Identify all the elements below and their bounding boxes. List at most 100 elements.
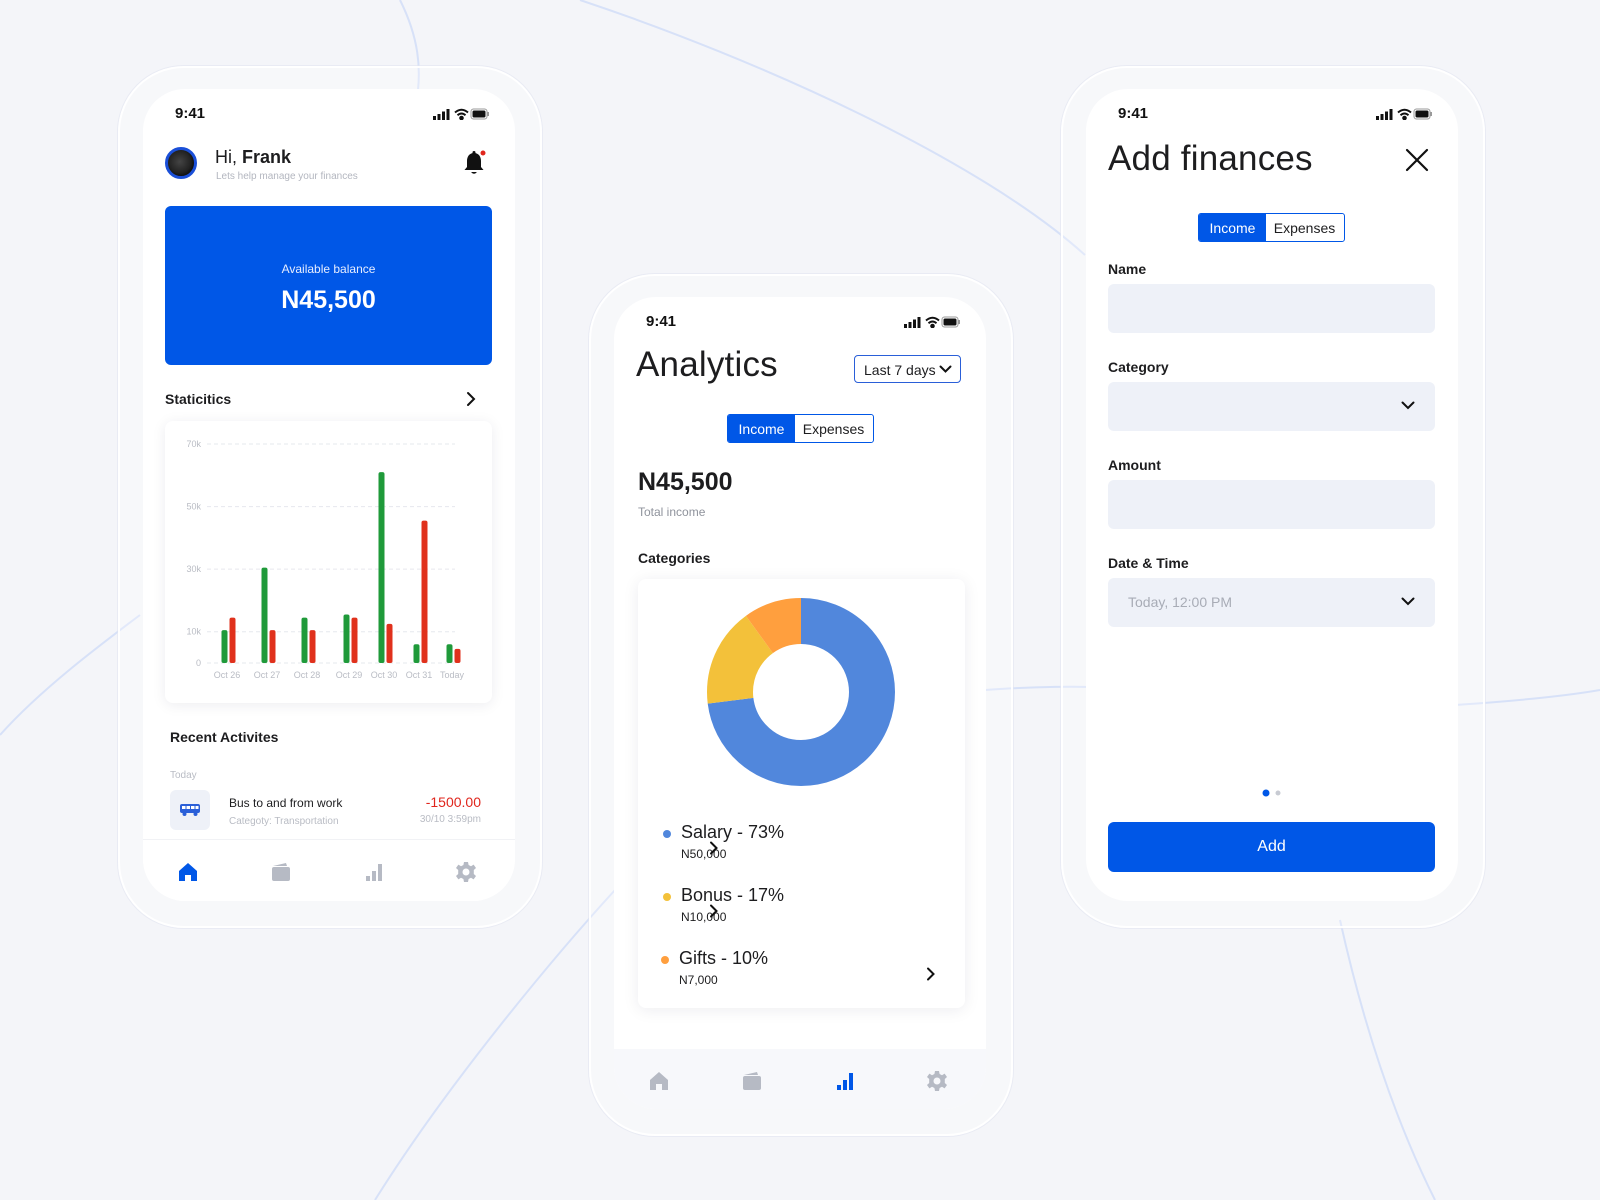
- category-row-gifts[interactable]: Gifts - 10% N7,000: [638, 948, 965, 994]
- x-tick-label: Oct 28: [294, 670, 321, 680]
- amount-label: Amount: [1108, 457, 1161, 473]
- balance-value: N45,500: [281, 286, 376, 314]
- activity-category: Categoty: Transportation: [229, 816, 339, 827]
- greeting-subtitle: Lets help manage your finances: [216, 171, 358, 182]
- notification-bell-icon[interactable]: [461, 149, 487, 177]
- category-label: Bonus - 17%: [681, 885, 785, 905]
- bar: [386, 623, 393, 663]
- category-amount: N7,000: [679, 973, 718, 987]
- nav-gear-icon[interactable]: [454, 860, 478, 884]
- bottom-nav: [614, 1049, 986, 1109]
- page-indicator: [1262, 789, 1281, 797]
- bar: [301, 617, 308, 663]
- user-name: Frank: [242, 147, 292, 167]
- recent-activities-title: Recent Activites: [170, 729, 279, 745]
- chevron-right-icon[interactable]: [463, 391, 479, 407]
- category-label: Gifts - 10%: [679, 948, 769, 968]
- add-button[interactable]: Add: [1108, 822, 1435, 872]
- x-tick-label: Oct 26: [214, 670, 241, 680]
- tab-expenses[interactable]: Expenses: [1266, 214, 1343, 241]
- bar: [229, 617, 236, 663]
- category-select[interactable]: [1108, 382, 1435, 431]
- category-label: Category: [1108, 359, 1169, 375]
- datetime-value: Today, 12:00 PM: [1128, 594, 1233, 610]
- bar: [421, 520, 428, 663]
- tab-income[interactable]: Income: [728, 415, 795, 442]
- bar: [261, 567, 268, 663]
- statistics-bar-chart: 0 10k 30k 50k 70k Oct 26 Oct 27 Oct 28 Oct 29 Oct…: [186, 439, 465, 680]
- wifi-icon: [1397, 108, 1412, 120]
- nav-bar-chart-icon[interactable]: [833, 1069, 857, 1093]
- x-tick-label: Oct 31: [406, 670, 433, 680]
- name-field[interactable]: [1108, 284, 1435, 333]
- bus-icon: [170, 790, 210, 830]
- categories-card: Salary - 73% N50,000 Bonus - 17% N10,000…: [638, 579, 965, 1008]
- bar: [413, 644, 420, 663]
- y-tick-label: 0: [196, 658, 201, 668]
- x-tick-label: Oct 27: [254, 670, 281, 680]
- category-row-salary[interactable]: Salary - 73% N50,000: [638, 822, 965, 868]
- tab-expenses[interactable]: Expenses: [795, 415, 872, 442]
- balance-card[interactable]: Available balance N45,500: [165, 206, 492, 365]
- category-label: Salary - 73%: [681, 822, 785, 842]
- signal-icon: [433, 109, 450, 120]
- datetime-select[interactable]: Today, 12:00 PM: [1108, 578, 1435, 627]
- status-icons: [1376, 108, 1432, 120]
- statistics-title: Staticitics: [165, 391, 232, 407]
- status-bar: 9:41: [614, 297, 986, 345]
- wifi-icon: [454, 108, 469, 120]
- category-color-dot: [663, 830, 671, 838]
- nav-wallet-icon[interactable]: [269, 860, 293, 884]
- status-bar: 9:41: [143, 89, 515, 137]
- bar: [378, 472, 385, 663]
- amount-field[interactable]: [1108, 480, 1435, 529]
- nav-gear-icon[interactable]: [925, 1069, 949, 1093]
- status-time: 9:41: [175, 105, 206, 122]
- nav-wallet-icon[interactable]: [740, 1069, 764, 1093]
- x-tick-label: Oct 29: [336, 670, 363, 680]
- status-bar: 9:41: [1086, 89, 1458, 137]
- status-time: 9:41: [1118, 105, 1149, 122]
- income-expense-toggle: Income Expenses: [1198, 213, 1345, 242]
- chevron-down-icon: [1401, 597, 1415, 606]
- battery-icon: [1413, 108, 1432, 120]
- bar: [343, 614, 350, 663]
- total-income-label: Total income: [638, 505, 706, 519]
- bar: [221, 630, 228, 663]
- status-icons: [904, 316, 960, 328]
- bar: [446, 644, 453, 663]
- category-color-dot: [663, 893, 671, 901]
- statistics-chart-card: 0 10k 30k 50k 70k Oct 26 Oct 27 Oct 28 Oct 29 Oct…: [165, 421, 492, 703]
- x-tick-label: Today: [440, 670, 465, 680]
- close-icon[interactable]: [1404, 147, 1430, 173]
- signal-icon: [1376, 109, 1393, 120]
- notification-dot: [480, 150, 486, 156]
- page-title: Analytics: [636, 345, 778, 384]
- activity-title[interactable]: Bus to and from work: [229, 796, 342, 810]
- bar: [454, 648, 461, 663]
- nav-home-icon[interactable]: [647, 1069, 671, 1093]
- greeting-prefix: Hi,: [215, 147, 237, 167]
- chevron-right-icon: [927, 967, 935, 981]
- y-tick-label: 30k: [186, 564, 201, 574]
- status-time: 9:41: [646, 313, 677, 330]
- categories-title: Categories: [638, 550, 711, 566]
- income-expense-toggle: Income Expenses: [727, 414, 874, 443]
- home-screen: 9:41 Hi, Frank Lets help manage your fin…: [143, 89, 515, 901]
- date-range-dropdown[interactable]: Last 7 days: [854, 355, 961, 383]
- chevron-right-icon: [710, 841, 718, 855]
- add-finances-screen: 9:41 Add finances Income Expenses Name C…: [1086, 89, 1458, 901]
- tab-income[interactable]: Income: [1199, 214, 1266, 241]
- y-tick-label: 10k: [186, 627, 201, 637]
- status-icons: [433, 108, 489, 120]
- activity-amount: -1500.00: [425, 794, 481, 810]
- category-row-bonus[interactable]: Bonus - 17% N10,000: [638, 885, 965, 931]
- date-range-value: Last 7 days: [864, 362, 936, 378]
- activity-datetime: 30/10 3:59pm: [419, 814, 481, 825]
- battery-icon: [941, 316, 960, 328]
- nav-bar-chart-icon[interactable]: [362, 860, 386, 884]
- chevron-right-icon: [710, 904, 718, 918]
- y-tick-label: 50k: [186, 502, 201, 512]
- avatar[interactable]: [165, 147, 197, 179]
- nav-home-icon[interactable]: [176, 860, 200, 884]
